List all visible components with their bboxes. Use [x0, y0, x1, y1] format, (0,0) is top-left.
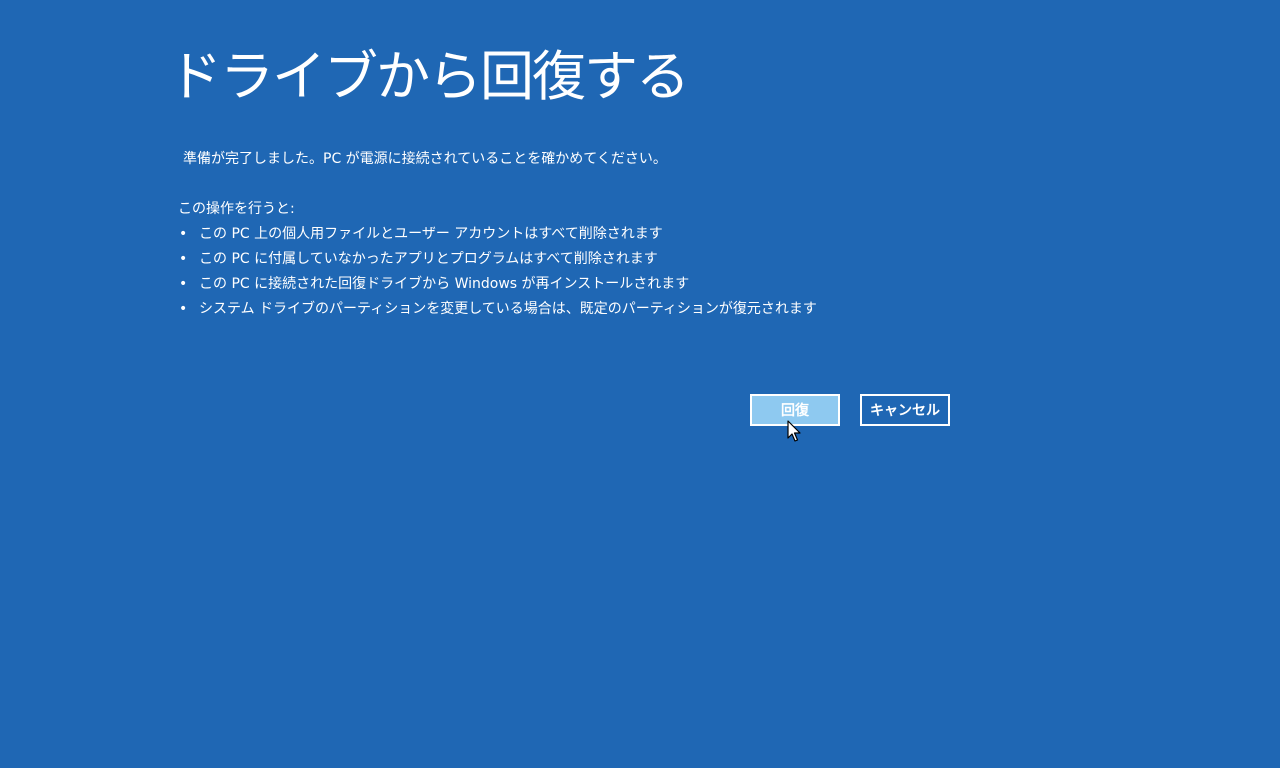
bullet-icon: • [179, 276, 188, 292]
ready-message: 準備が完了しました。PC が電源に接続されていることを確かめてください。 [183, 151, 667, 167]
cancel-button[interactable]: キャンセル [860, 394, 950, 426]
effect-text: この PC に接続された回復ドライブから Windows が再インストールされま… [199, 276, 690, 292]
effect-text: システム ドライブのパーティションを変更している場合は、既定のパーティションが復… [199, 301, 817, 317]
effect-text: この PC に付属していなかったアプリとプログラムはすべて削除されます [199, 251, 658, 267]
bullet-icon: • [179, 251, 188, 267]
effect-text: この PC 上の個人用ファイルとユーザー アカウントはすべて削除されます [199, 226, 663, 242]
list-item: • この PC 上の個人用ファイルとユーザー アカウントはすべて削除されます [178, 224, 817, 249]
recovery-screen: ドライブから回復する 準備が完了しました。PC が電源に接続されていることを確か… [0, 0, 1280, 768]
recover-button[interactable]: 回復 [750, 394, 840, 426]
effects-list: • この PC 上の個人用ファイルとユーザー アカウントはすべて削除されます •… [178, 224, 817, 324]
page-title: ドライブから回復する [168, 45, 690, 108]
bullet-icon: • [179, 226, 188, 242]
list-item: • この PC に接続された回復ドライブから Windows が再インストールさ… [178, 274, 817, 299]
list-item: • システム ドライブのパーティションを変更している場合は、既定のパーティション… [178, 299, 817, 324]
bullet-icon: • [179, 301, 188, 317]
list-item: • この PC に付属していなかったアプリとプログラムはすべて削除されます [178, 249, 817, 274]
intro-text: この操作を行うと: [178, 201, 295, 217]
